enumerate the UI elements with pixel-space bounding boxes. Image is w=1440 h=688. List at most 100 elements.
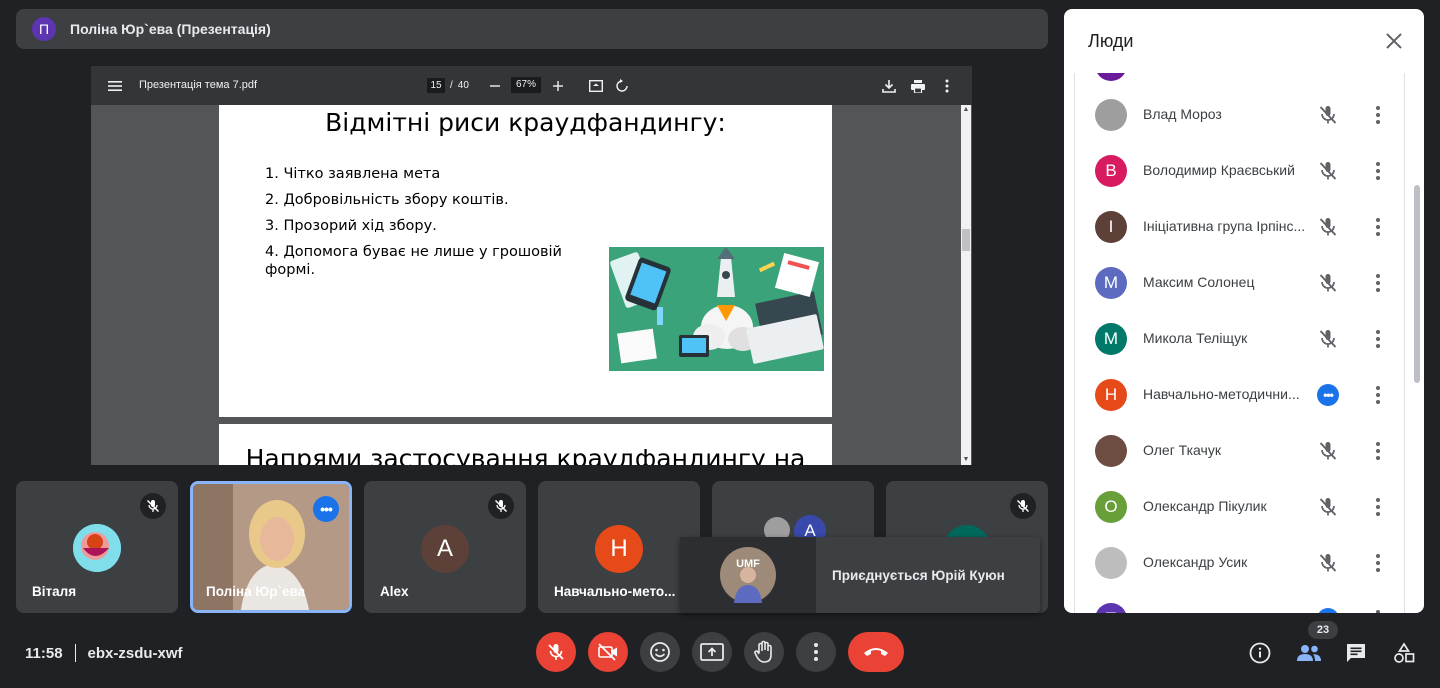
people-list-item[interactable]: М Максим Солонец [1075,255,1404,311]
person-name: Максим Солонец [1143,274,1255,290]
hangup-icon [864,648,888,656]
zoom-input[interactable]: 67% [511,77,541,93]
pdf-scrollbar[interactable]: ▲ ▼ [961,105,971,465]
participant-tile[interactable]: A Alex [364,481,526,613]
mic-off-icon[interactable] [1316,159,1340,183]
mic-off-icon[interactable] [1316,215,1340,239]
page-total: 40 [457,79,469,91]
avatar [1095,547,1127,579]
more-vert-icon[interactable] [1366,439,1390,463]
mic-toggle-button[interactable] [536,632,576,672]
presenter-bar: П Поліна Юр`ева (Презентація) [16,9,1048,49]
leave-call-button[interactable] [848,632,904,672]
more-vert-icon[interactable] [1366,215,1390,239]
print-icon[interactable] [910,78,926,94]
join-notification: UMF Приєднується Юрій Куюн [680,537,1040,613]
chat-icon[interactable] [1344,641,1368,665]
speaking-indicator-icon: ••• [1317,384,1339,406]
present-icon [700,643,724,661]
people-icon[interactable] [1296,641,1322,665]
more-vert-icon[interactable] [1366,383,1390,407]
person-name: Микола Теліщук [1143,330,1248,346]
avatar [1095,435,1127,467]
info-icon[interactable] [1248,641,1272,665]
page-indicator: 15 / 40 [427,77,469,93]
fit-page-icon[interactable] [588,78,604,94]
people-list-item[interactable]: П Поліна Юр`ева ••• [1075,591,1404,613]
download-icon[interactable] [881,78,897,94]
menu-icon[interactable] [107,78,123,94]
camera-toggle-button[interactable] [588,632,628,672]
mic-off-icon[interactable] [1316,327,1340,351]
presenter-avatar: П [32,17,56,41]
slide-list-item: 2. Добровільність збору коштів. [265,192,509,208]
divider [74,644,76,662]
more-vert-icon[interactable] [1366,495,1390,519]
person-name: Олександр Пікулик [1143,498,1267,514]
more-vert-icon[interactable] [1366,327,1390,351]
participant-name: Alex [380,584,409,599]
avatar: В [1095,155,1127,187]
more-options-button[interactable] [796,632,836,672]
zoom-in-icon[interactable] [550,78,566,94]
scroll-up-icon[interactable]: ▲ [961,105,971,115]
raise-hand-icon [754,640,772,663]
join-notification-text: Приєднується Юрій Куюн [832,567,1005,583]
people-list-item[interactable]: Н Навчально-методични... ••• [1075,367,1404,423]
mic-off-icon[interactable] [1316,271,1340,295]
mic-off-icon[interactable] [1316,495,1340,519]
panel-title: Люди [1088,31,1134,51]
raise-hand-button[interactable] [744,632,784,672]
rotate-icon[interactable] [614,78,630,94]
people-list-item[interactable]: Олег Ткачук [1075,423,1404,479]
zoom-out-icon[interactable] [487,78,503,94]
mic-off-icon [1010,493,1036,519]
people-list[interactable]: Влад Мороз В Володимир Краєвський І Ініціати… [1074,73,1405,613]
person-name: Олександр Усик [1143,554,1248,570]
meeting-info: 11:58 ebx-zsdu-xwf [25,644,183,662]
avatar: A [421,525,469,573]
scroll-thumb[interactable] [962,229,970,251]
reactions-button[interactable] [640,632,680,672]
scroll-down-icon[interactable]: ▼ [961,455,971,465]
participant-name: Навчально-мето... [554,584,676,599]
people-list-item[interactable]: Влад Мороз [1075,87,1404,143]
more-options-icon [814,643,818,661]
more-vert-icon[interactable] [1366,607,1390,613]
participant-tile-active[interactable]: ••• Поліна Юр`ева [190,481,352,613]
person-name: Влад Мороз [1143,106,1222,122]
more-options-badge[interactable]: ••• [313,496,339,522]
pdf-document[interactable]: Відмітні риси краудфандингу: 1. Чітко за… [91,105,972,465]
participant-tile[interactable]: Віталя [16,481,178,613]
activities-icon[interactable] [1392,641,1416,665]
person-name: Ініціативна група Ірпінс... [1143,218,1306,234]
people-list-item[interactable]: В Володимир Краєвський [1075,143,1404,199]
slide-list-item: 1. Чітко заявлена мета [265,166,441,182]
more-vert-icon[interactable] [1366,271,1390,295]
present-button[interactable] [692,632,732,672]
avatar: М [1095,267,1127,299]
more-vert-icon[interactable] [1366,551,1390,575]
close-icon[interactable] [1382,29,1406,53]
person-name: Навчально-методични... [1143,386,1300,402]
participant-tile[interactable]: Н Навчально-мето... [538,481,700,613]
people-list-item[interactable]: Олександр Усик [1075,535,1404,591]
mic-off-icon [140,493,166,519]
people-list-item[interactable]: М Микола Теліщук [1075,311,1404,367]
mic-off-icon[interactable] [1316,551,1340,575]
mic-off-icon[interactable] [1316,103,1340,127]
more-vert-icon[interactable] [1366,159,1390,183]
more-vert-icon[interactable] [939,78,955,94]
mic-off-icon[interactable] [1316,439,1340,463]
slide-list-item: 3. Прозорий хід збору. [265,218,437,234]
slide-list: 1. Чітко заявлена мета 2. Добровільність… [265,165,585,287]
meeting-code: ebx-zsdu-xwf [87,644,183,662]
more-vert-icon[interactable] [1366,103,1390,127]
people-list-item[interactable]: О Олександр Пікулик [1075,479,1404,535]
person-name: Олег Ткачук [1143,442,1221,458]
panel-scrollbar[interactable] [1414,185,1420,383]
avatar: М [1095,323,1127,355]
people-list-item[interactable]: І Ініціативна група Ірпінс... [1075,199,1404,255]
page-number-input[interactable]: 15 [427,77,445,93]
avatar [1095,99,1127,131]
